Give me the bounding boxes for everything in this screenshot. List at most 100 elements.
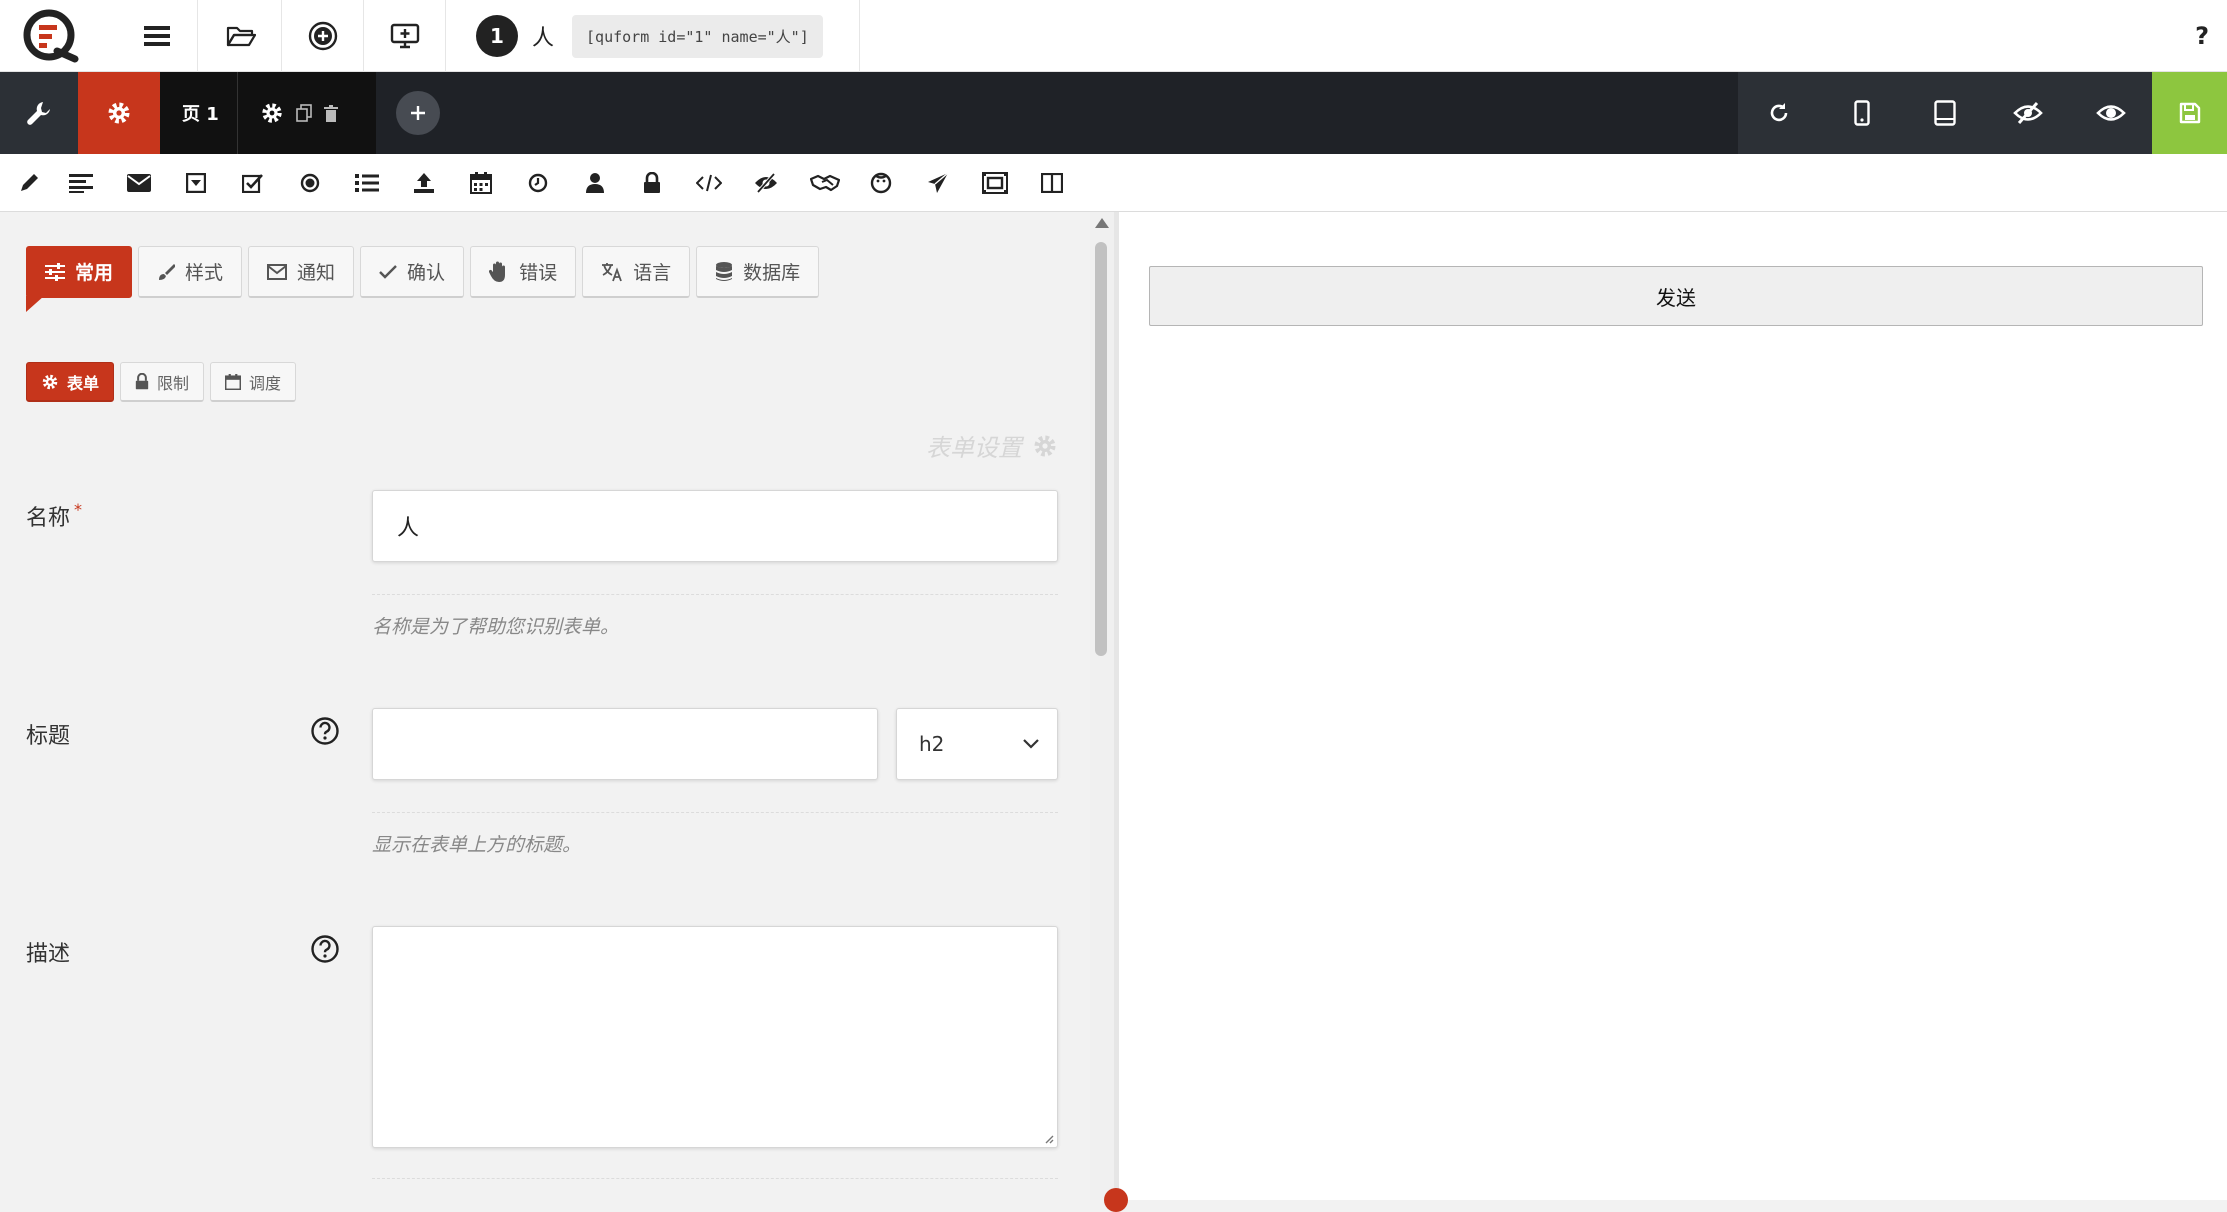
resize-grip-icon[interactable] — [1042, 1132, 1054, 1144]
check-icon — [379, 264, 397, 279]
title-tag-select[interactable]: h2 — [896, 708, 1058, 780]
hide-preview-button[interactable] — [1986, 72, 2069, 154]
copy-icon[interactable] — [295, 104, 312, 122]
scroll-thumb[interactable] — [1095, 242, 1107, 656]
trash-icon[interactable] — [323, 104, 338, 122]
page-settings-icon[interactable] — [260, 101, 284, 125]
save-button[interactable] — [2152, 72, 2227, 154]
radio-icon — [300, 173, 319, 193]
tab-database[interactable]: 数据库 — [696, 246, 820, 298]
tab-style[interactable]: 样式 — [138, 246, 243, 298]
tab-confirmations-label: 确认 — [407, 262, 446, 284]
tablet-view-button[interactable] — [1904, 72, 1987, 154]
menu-button[interactable] — [116, 0, 198, 72]
add-submit-element[interactable] — [909, 154, 966, 212]
pencil-icon — [20, 174, 38, 191]
add-html-element[interactable] — [680, 154, 737, 212]
add-password-element[interactable] — [623, 154, 680, 212]
divider — [372, 594, 1058, 595]
form-settings-button[interactable] — [78, 72, 160, 154]
form-id-badge: 1 — [476, 15, 518, 57]
description-textarea[interactable] — [372, 926, 1058, 1148]
help-icon[interactable] — [310, 716, 340, 746]
add-checkbox-element[interactable] — [224, 154, 281, 212]
tools-button[interactable] — [0, 72, 78, 154]
tab-language[interactable]: 语言 — [582, 246, 691, 298]
add-name-element[interactable] — [566, 154, 623, 212]
add-column-element[interactable] — [1023, 154, 1080, 212]
preview-form-button[interactable] — [364, 0, 446, 72]
page-label[interactable]: 页 1 — [160, 72, 238, 154]
open-form-button[interactable] — [200, 0, 282, 72]
add-time-element[interactable] — [509, 154, 566, 212]
group-icon — [981, 172, 1008, 194]
user-icon — [585, 173, 604, 193]
mobile-view-button[interactable] — [1821, 72, 1904, 154]
add-text-element[interactable] — [0, 154, 57, 212]
subtab-restrictions[interactable]: 限制 — [120, 362, 205, 402]
add-page-button[interactable] — [396, 91, 440, 135]
section-title-text: 表单设置 — [926, 434, 1022, 462]
eye-slash-icon — [754, 173, 777, 193]
gear-icon — [1034, 435, 1056, 456]
form-name: 人 — [532, 26, 555, 51]
name-hint: 名称是为了帮助您识别表单。 — [372, 616, 620, 638]
checkbox-icon — [241, 174, 263, 193]
add-email-element[interactable] — [110, 154, 167, 212]
database-icon — [716, 261, 733, 281]
submit-button[interactable]: 发送 — [1149, 266, 2203, 326]
builder-bar: 页 1 — [0, 72, 2227, 154]
wrench-icon — [27, 102, 50, 125]
eye-slash-icon — [2012, 102, 2043, 124]
divider — [372, 1178, 1058, 1179]
monitor-plus-icon — [390, 23, 419, 49]
quform-logo[interactable] — [0, 0, 102, 72]
add-select-element[interactable] — [167, 154, 224, 212]
add-hidden-element[interactable] — [737, 154, 794, 212]
add-group-element[interactable] — [966, 154, 1023, 212]
settings-scrollbar[interactable] — [1090, 212, 1114, 1200]
add-textarea-element[interactable] — [52, 154, 109, 212]
add-captcha-element[interactable] — [796, 154, 853, 212]
plus-circle-icon — [308, 21, 337, 51]
page-tab[interactable]: 页 1 — [160, 72, 376, 154]
smiley-icon — [870, 172, 891, 194]
tab-errors-label: 错误 — [519, 262, 558, 284]
chevron-down-icon — [1023, 739, 1039, 749]
reload-preview-button[interactable] — [1738, 72, 1821, 154]
add-multiselect-element[interactable] — [338, 154, 395, 212]
plus-icon — [411, 106, 425, 120]
title-input[interactable] — [372, 708, 878, 780]
hamburger-icon — [143, 26, 170, 46]
subtab-form[interactable]: 表单 — [26, 362, 115, 402]
scroll-up-arrow-icon[interactable] — [1095, 218, 1109, 228]
tablet-icon — [1934, 100, 1956, 126]
handshake-icon — [809, 174, 840, 192]
tab-style-label: 样式 — [185, 262, 224, 284]
form-shortcode[interactable]: [quform id="1" name="人"] — [572, 14, 823, 58]
logo-icon — [23, 9, 79, 63]
description-label: 描述 — [26, 942, 71, 967]
sliders-icon — [45, 262, 65, 281]
tab-general[interactable]: 常用 — [26, 246, 133, 312]
phone-icon — [1854, 100, 1870, 126]
add-recaptcha-element[interactable] — [852, 154, 909, 212]
help-icon[interactable] — [310, 934, 340, 964]
show-preview-button[interactable] — [2069, 72, 2152, 154]
gear-icon — [42, 374, 58, 389]
add-file-upload-element[interactable] — [395, 154, 452, 212]
tab-notifications[interactable]: 通知 — [248, 246, 355, 298]
add-form-button[interactable] — [282, 0, 364, 72]
add-date-element[interactable] — [452, 154, 509, 212]
name-input[interactable]: 人 — [372, 490, 1058, 562]
calendar-icon — [225, 373, 242, 390]
paper-plane-icon — [927, 172, 948, 193]
add-radio-element[interactable] — [281, 154, 338, 212]
text-lines-icon — [68, 174, 93, 193]
tab-errors[interactable]: 错误 — [470, 246, 577, 298]
notification-dot — [1104, 1188, 1128, 1212]
help-button[interactable]: ? — [2195, 0, 2209, 72]
subtab-restrictions-label: 限制 — [157, 373, 190, 393]
tab-confirmations[interactable]: 确认 — [360, 246, 465, 298]
subtab-scheduling[interactable]: 调度 — [210, 362, 297, 402]
